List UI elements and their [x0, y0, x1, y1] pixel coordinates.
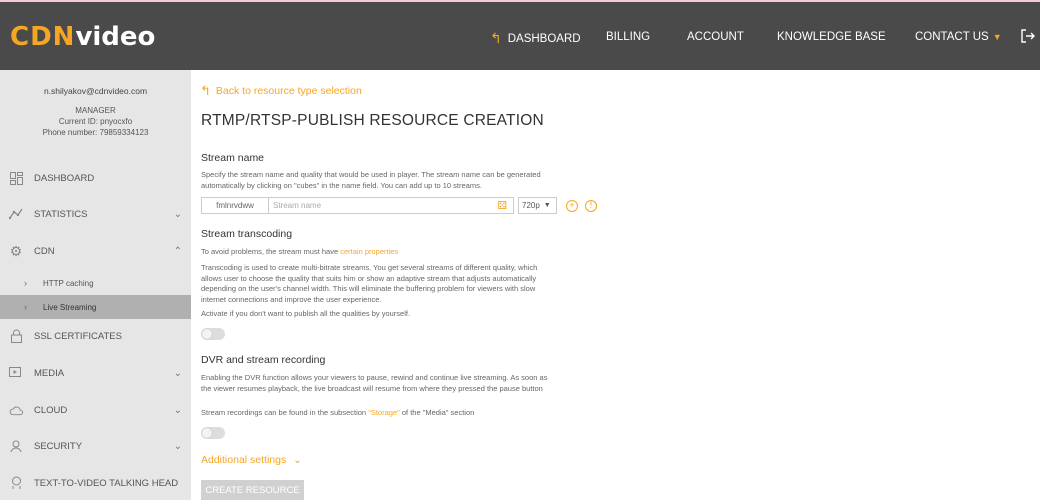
additional-settings-toggle[interactable]: Additional settings ⌄: [201, 454, 302, 466]
toggle-knob: [202, 329, 212, 339]
security-icon: [9, 439, 23, 453]
gear-icon: ⚙: [9, 242, 23, 259]
user-current-id: Current ID: pnyocxfo: [58, 117, 133, 126]
sidebar-item-label: TEXT-TO-VIDEO TALKING HEAD: [34, 477, 179, 489]
sidebar-item-dashboard[interactable]: DASHBOARD: [0, 160, 191, 196]
user-phone: Phone number: 79859334123: [42, 128, 149, 137]
stream-transcoding-heading: Stream transcoding: [201, 228, 293, 240]
sidebar-item-text-to-video[interactable]: TEXT-TO-VIDEO TALKING HEAD: [0, 465, 191, 501]
sidebar: n.shilyakov@cdnvideo.com MANAGER Current…: [0, 70, 191, 500]
head-icon: [9, 476, 23, 490]
sidebar-item-label: CLOUD: [34, 404, 68, 416]
chevron-right-icon: ›: [24, 278, 27, 288]
stream-name-placeholder: Stream name: [273, 201, 322, 210]
nav-billing-label: BILLING: [606, 31, 651, 43]
chevron-down-icon: ⌄: [173, 404, 182, 416]
stream-name-description: Specify the stream name and quality that…: [201, 170, 541, 190]
sidebar-item-statistics[interactable]: STATISTICS ⌄: [0, 196, 191, 232]
user-email: n.shilyakov@cdnvideo.com: [43, 86, 148, 96]
nav-account-label: ACCOUNT: [687, 31, 744, 43]
sidebar-item-cdn[interactable]: ⚙ CDN ⌃: [0, 233, 191, 269]
sidebar-item-label: STATISTICS: [34, 208, 88, 220]
quality-select[interactable]: 720p ▼: [518, 197, 557, 214]
main-content: ↰ Back to resource type selection RTMP/R…: [191, 70, 1040, 500]
back-arrow-icon: ↰: [200, 83, 211, 98]
add-stream-icon[interactable]: +: [566, 199, 578, 212]
lock-icon: [9, 329, 23, 343]
back-arrow-icon: ↰: [490, 30, 502, 46]
page-title: RTMP/RTSP-PUBLISH RESOURCE CREATION: [201, 112, 544, 129]
generate-name-cubes-icon[interactable]: ⚄: [497, 199, 507, 212]
nav-knowledge-base[interactable]: KNOWLEDGE BASE: [777, 31, 886, 43]
chevron-down-icon: ⌄: [173, 367, 182, 379]
sidebar-item-label: MEDIA: [34, 367, 65, 379]
user-profile: n.shilyakov@cdnvideo.com MANAGER Current…: [0, 70, 191, 138]
nav-dashboard-label: DASHBOARD: [507, 32, 581, 45]
nav-contact-us-label: CONTACT US: [915, 31, 989, 43]
nav-billing[interactable]: BILLING: [606, 31, 650, 43]
cloud-icon: [9, 403, 23, 417]
chevron-down-icon: ▼: [543, 202, 551, 209]
sidebar-item-label: DASHBOARD: [34, 172, 95, 184]
user-role: MANAGER: [75, 106, 116, 115]
nav-dashboard[interactable]: ↰ DASHBOARD: [490, 30, 581, 47]
sidebar-item-label: SSL CERTIFICATES: [34, 330, 122, 342]
chevron-down-icon: ⌄: [293, 454, 302, 466]
stream-row: fmlnrvdww Stream name ⚄ 720p ▼ + !: [201, 197, 597, 214]
back-link-label: Back to resource type selection: [215, 85, 362, 97]
dashboard-icon: [9, 171, 23, 185]
additional-settings-label: Additional settings: [201, 454, 287, 466]
sidebar-item-label: CDN: [34, 245, 55, 257]
top-header: CDN video ↰ DASHBOARD BILLING ACCOUNT KNO…: [0, 2, 1040, 70]
chevron-down-icon: ▼: [992, 32, 1002, 42]
quality-selected-value: 720p: [522, 201, 540, 210]
chevron-down-icon: ⌄: [173, 208, 182, 220]
sidebar-subitem-label: HTTP caching: [43, 278, 94, 288]
nav-contact-us[interactable]: CONTACT US ▼: [915, 31, 1002, 43]
cdnvideo-logo[interactable]: CDN video: [10, 22, 155, 52]
sidebar-subitem-label: Live Streaming: [43, 302, 97, 312]
dvr-heading: DVR and stream recording: [201, 354, 326, 366]
toggle-knob: [202, 428, 212, 438]
sidebar-subitem-live-streaming[interactable]: › Live Streaming: [0, 295, 191, 319]
create-resource-button[interactable]: CREATE RESOURCE: [201, 480, 304, 500]
media-icon: [9, 366, 23, 380]
sidebar-subitem-http-caching[interactable]: › HTTP caching: [0, 271, 191, 295]
stream-prefix: fmlnrvdww: [201, 197, 269, 214]
certain-properties-link[interactable]: certain properties: [340, 247, 398, 256]
info-icon[interactable]: !: [585, 199, 597, 212]
transcoding-toggle[interactable]: [201, 328, 225, 340]
sidebar-item-cloud[interactable]: CLOUD ⌄: [0, 392, 191, 428]
nav-knowledge-base-label: KNOWLEDGE BASE: [777, 31, 886, 43]
stream-recordings-text: Stream recordings can be found in the su…: [201, 408, 475, 417]
chevron-up-icon: ⌃: [173, 245, 182, 257]
dvr-toggle[interactable]: [201, 427, 225, 439]
chevron-down-icon: ⌄: [173, 440, 182, 452]
transcoding-requirements-text: To avoid problems, the stream must have …: [201, 247, 399, 256]
transcoding-activate-text: Activate if you don't want to publish al…: [201, 309, 411, 318]
chevron-right-icon: ›: [24, 302, 27, 312]
sidebar-item-label: SECURITY: [34, 440, 83, 452]
transcoding-description: Transcoding is used to create multi-bitr…: [201, 263, 538, 304]
sidebar-item-media[interactable]: MEDIA ⌄: [0, 355, 191, 391]
statistics-icon: [9, 207, 23, 221]
back-to-resource-type-link[interactable]: ↰ Back to resource type selection: [200, 83, 362, 99]
sidebar-item-security[interactable]: SECURITY ⌄: [0, 428, 191, 464]
dvr-description: Enabling the DVR function allows your vi…: [201, 373, 548, 393]
stream-name-heading: Stream name: [201, 152, 265, 164]
logout-icon[interactable]: [1020, 28, 1036, 44]
sidebar-item-ssl-certificates[interactable]: SSL CERTIFICATES: [0, 318, 191, 354]
stream-name-input[interactable]: Stream name ⚄: [269, 197, 514, 214]
storage-link[interactable]: "Storage": [368, 408, 400, 417]
nav-account[interactable]: ACCOUNT: [687, 31, 744, 43]
